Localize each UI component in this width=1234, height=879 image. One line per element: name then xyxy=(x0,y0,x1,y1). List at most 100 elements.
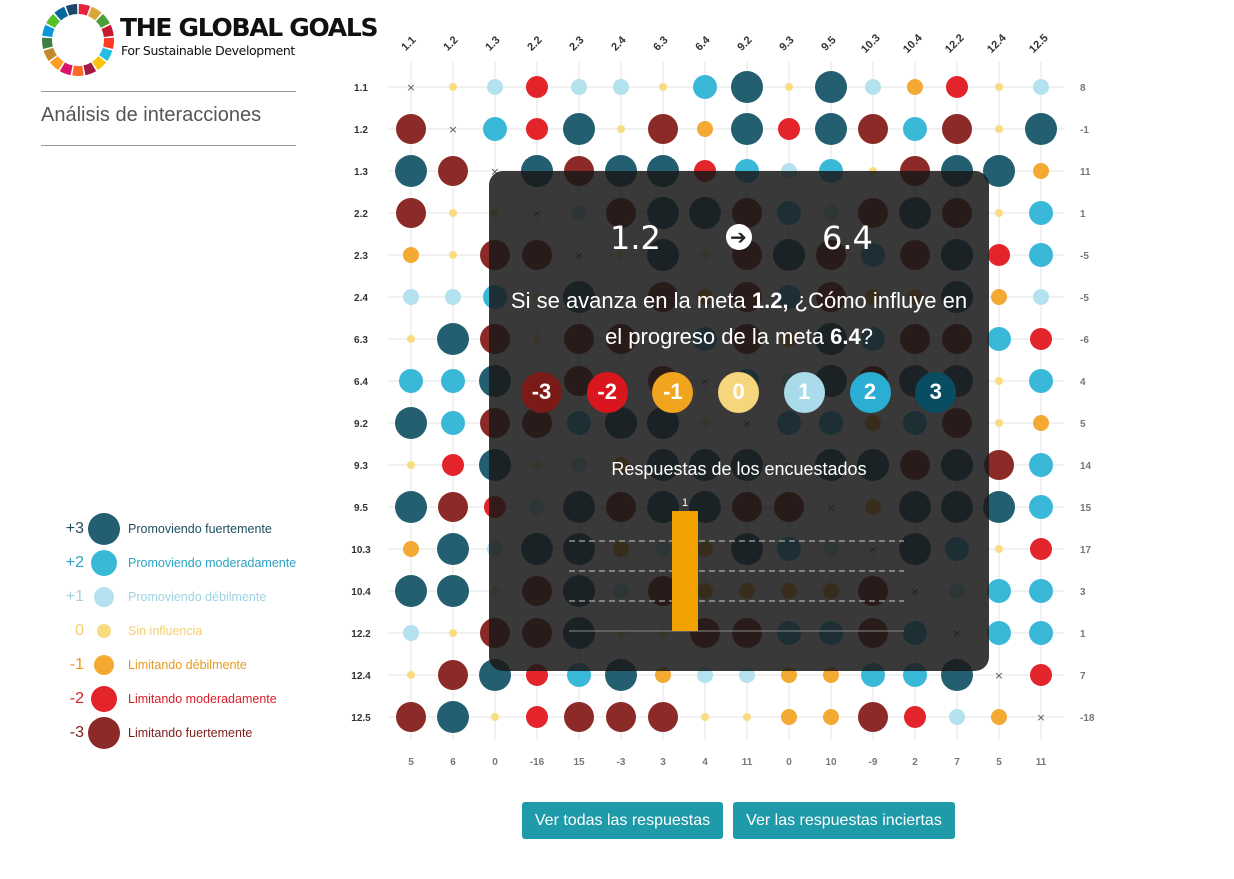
interaction-dot[interactable] xyxy=(781,709,797,725)
interaction-dot[interactable] xyxy=(441,369,465,393)
interaction-dot[interactable] xyxy=(1033,415,1049,431)
interaction-dot[interactable] xyxy=(449,629,457,637)
interaction-dot[interactable] xyxy=(991,289,1007,305)
interaction-dot[interactable] xyxy=(865,79,881,95)
interaction-dot[interactable] xyxy=(617,125,625,133)
score-option[interactable]: -2 xyxy=(586,372,628,413)
score-option[interactable]: 1 xyxy=(783,372,825,413)
interaction-dot[interactable] xyxy=(815,113,847,145)
interaction-dot[interactable] xyxy=(396,114,426,144)
interaction-dot[interactable] xyxy=(407,671,415,679)
interaction-dot[interactable] xyxy=(778,118,800,140)
interaction-dot[interactable] xyxy=(991,709,1007,725)
interaction-dot[interactable] xyxy=(396,198,426,228)
score-option[interactable]: 0 xyxy=(718,372,760,413)
interaction-dot[interactable] xyxy=(995,545,1003,553)
interaction-dot[interactable] xyxy=(438,156,468,186)
interaction-dot[interactable] xyxy=(571,79,587,95)
interaction-dot[interactable] xyxy=(449,83,457,91)
interaction-dot[interactable] xyxy=(946,76,968,98)
interaction-dot[interactable] xyxy=(483,117,507,141)
interaction-dot[interactable] xyxy=(987,327,1011,351)
interaction-dot[interactable] xyxy=(743,713,751,721)
interaction-dot[interactable] xyxy=(731,113,763,145)
interaction-dot[interactable] xyxy=(823,709,839,725)
interaction-dot[interactable] xyxy=(942,114,972,144)
interaction-dot[interactable] xyxy=(995,83,1003,91)
interaction-dot[interactable] xyxy=(442,454,464,476)
interaction-dot[interactable] xyxy=(491,713,499,721)
interaction-dot[interactable] xyxy=(1029,453,1053,477)
interaction-dot[interactable] xyxy=(438,660,468,690)
interaction-dot[interactable] xyxy=(648,702,678,732)
interaction-dot[interactable] xyxy=(697,121,713,137)
score-option[interactable]: -3 xyxy=(521,372,562,413)
interaction-dot[interactable] xyxy=(949,709,965,725)
interaction-dot[interactable] xyxy=(445,289,461,305)
interaction-dot[interactable] xyxy=(563,113,595,145)
interaction-dot[interactable] xyxy=(403,289,419,305)
score-option[interactable]: 3 xyxy=(915,372,957,413)
interaction-dot[interactable] xyxy=(995,125,1003,133)
interaction-dot[interactable] xyxy=(449,209,457,217)
interaction-dot[interactable] xyxy=(903,117,927,141)
interaction-dot[interactable] xyxy=(396,702,426,732)
interaction-dot[interactable] xyxy=(731,71,763,103)
interaction-dot[interactable] xyxy=(437,701,469,733)
score-option[interactable]: -1 xyxy=(652,372,694,413)
interaction-dot[interactable] xyxy=(995,377,1003,385)
interaction-dot[interactable] xyxy=(987,579,1011,603)
interaction-dot[interactable] xyxy=(1029,621,1053,645)
interaction-dot[interactable] xyxy=(1033,289,1049,305)
interaction-dot[interactable] xyxy=(526,706,548,728)
interaction-dot[interactable] xyxy=(437,575,469,607)
interaction-dot[interactable] xyxy=(648,114,678,144)
score-option[interactable]: 2 xyxy=(849,372,891,413)
interaction-dot[interactable] xyxy=(441,411,465,435)
interaction-dot[interactable] xyxy=(995,209,1003,217)
interaction-dot[interactable] xyxy=(1025,113,1057,145)
interaction-dot[interactable] xyxy=(526,118,548,140)
interaction-dot[interactable] xyxy=(403,541,419,557)
interaction-dot[interactable] xyxy=(1033,163,1049,179)
interaction-dot[interactable] xyxy=(403,247,419,263)
interaction-dot[interactable] xyxy=(437,323,469,355)
interaction-dot[interactable] xyxy=(659,83,667,91)
interaction-dot[interactable] xyxy=(395,407,427,439)
interaction-dot[interactable] xyxy=(1029,369,1053,393)
interaction-dot[interactable] xyxy=(987,621,1011,645)
interaction-dot[interactable] xyxy=(701,713,709,721)
interaction-dot[interactable] xyxy=(1029,243,1053,267)
interaction-dot[interactable] xyxy=(904,706,926,728)
interaction-dot[interactable] xyxy=(606,702,636,732)
interaction-dot[interactable] xyxy=(1029,579,1053,603)
interaction-dot[interactable] xyxy=(407,461,415,469)
interaction-dot[interactable] xyxy=(1030,664,1052,686)
interaction-dot[interactable] xyxy=(1029,495,1053,519)
interaction-dot[interactable] xyxy=(395,575,427,607)
interaction-dot[interactable] xyxy=(399,369,423,393)
interaction-dot[interactable] xyxy=(693,75,717,99)
interaction-dot[interactable] xyxy=(564,702,594,732)
interaction-dot[interactable] xyxy=(526,76,548,98)
view-all-responses-button[interactable]: Ver todas las respuestas xyxy=(522,802,723,839)
interaction-dot[interactable] xyxy=(988,244,1010,266)
interaction-dot[interactable] xyxy=(858,702,888,732)
interaction-dot[interactable] xyxy=(437,533,469,565)
interaction-dot[interactable] xyxy=(395,155,427,187)
view-uncertain-responses-button[interactable]: Ver las respuestas inciertas xyxy=(733,802,955,839)
interaction-dot[interactable] xyxy=(858,114,888,144)
interaction-dot[interactable] xyxy=(1030,328,1052,350)
interaction-dot[interactable] xyxy=(785,83,793,91)
interaction-dot[interactable] xyxy=(407,335,415,343)
interaction-dot[interactable] xyxy=(487,79,503,95)
interaction-dot[interactable] xyxy=(815,71,847,103)
interaction-dot[interactable] xyxy=(449,251,457,259)
interaction-dot[interactable] xyxy=(1033,79,1049,95)
interaction-dot[interactable] xyxy=(995,419,1003,427)
interaction-dot[interactable] xyxy=(403,625,419,641)
interaction-dot[interactable] xyxy=(1030,538,1052,560)
interaction-dot[interactable] xyxy=(438,492,468,522)
interaction-dot[interactable] xyxy=(1029,201,1053,225)
interaction-dot[interactable] xyxy=(907,79,923,95)
